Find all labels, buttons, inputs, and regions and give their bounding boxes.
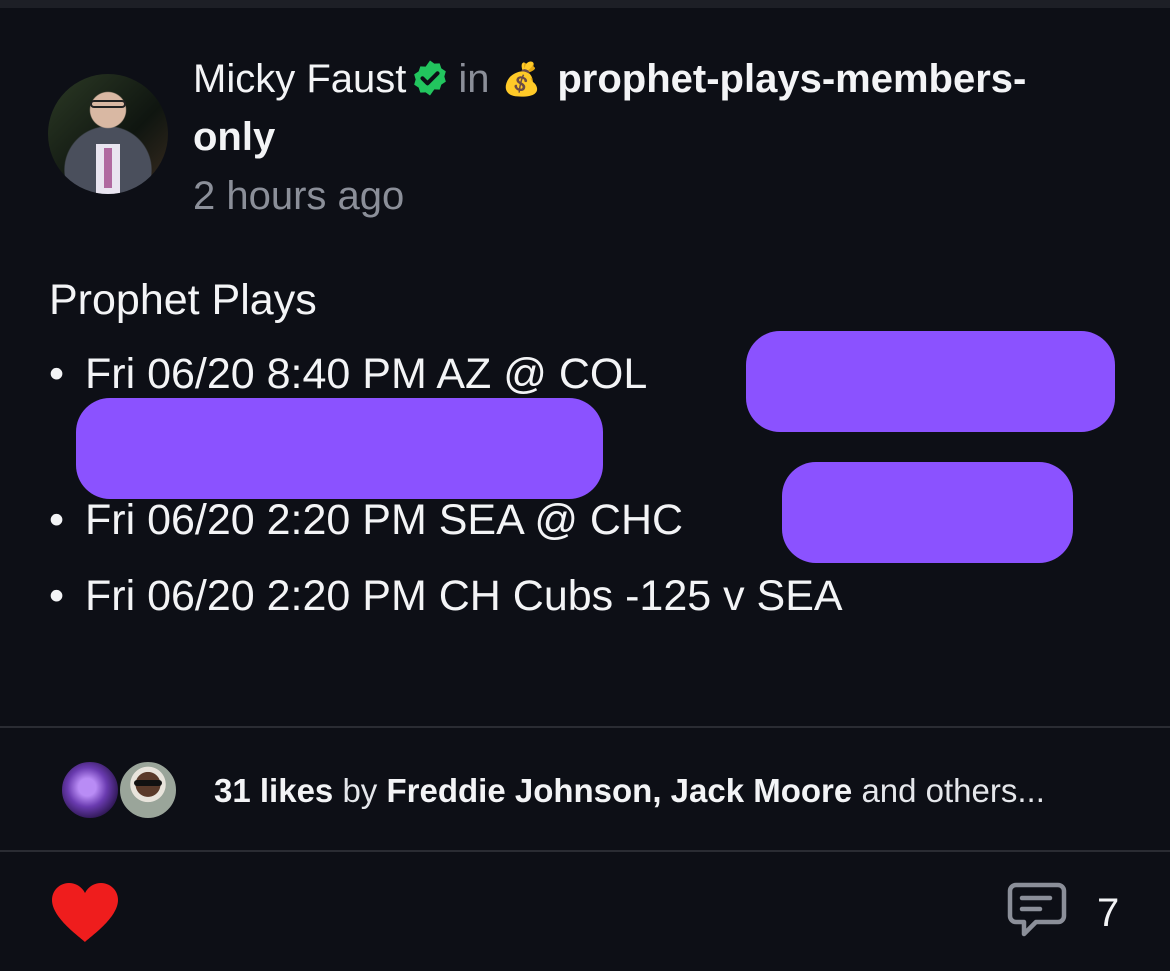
likes-suffix: and others... [861, 772, 1045, 809]
play-text: Fri 06/20 2:20 PM SEA @ CHC [85, 496, 684, 544]
comment-icon[interactable] [1006, 880, 1068, 942]
channel-name-line1: prophet-plays-members- [557, 57, 1027, 101]
redaction-block [76, 398, 603, 499]
post-title: Prophet Plays [49, 276, 317, 324]
in-label: in [458, 57, 490, 101]
divider [0, 850, 1170, 852]
bullet: • [49, 572, 65, 620]
play-text: Fri 06/20 8:40 PM AZ @ COL [85, 350, 648, 398]
play-text: Fri 06/20 2:20 PM CH Cubs -125 v SEA [85, 572, 843, 620]
play-item: • Fri 06/20 2:20 PM SEA @ CHC [49, 492, 683, 548]
avatar-glasses [90, 100, 126, 108]
top-strip [0, 0, 1170, 8]
liker-avatar[interactable] [60, 760, 120, 820]
heart-icon[interactable] [50, 882, 120, 944]
author-avatar[interactable] [48, 74, 168, 194]
redaction-block [782, 462, 1073, 563]
bullet: • [49, 350, 65, 398]
author-name[interactable]: Micky Faust [193, 57, 406, 101]
redaction-block [746, 331, 1115, 432]
divider [0, 726, 1170, 728]
play-item: • Fri 06/20 8:40 PM AZ @ COL [49, 346, 647, 402]
bullet: • [49, 496, 65, 544]
comment-count: 7 [1097, 891, 1120, 935]
money-bag-icon: 💰 [501, 61, 542, 97]
play-item: • Fri 06/20 2:20 PM CH Cubs -125 v SEA [49, 568, 843, 624]
channel-name-line2: only [193, 115, 276, 159]
post-header: Micky Faust in 💰 prophet-plays-members-onl… [193, 50, 1133, 166]
likes-count: 31 likes [214, 772, 334, 809]
likes-by-label: by [342, 772, 378, 809]
liker-avatar[interactable] [118, 760, 178, 820]
likes-summary[interactable]: 31 likes by Freddie Johnson, Jack Moore … [214, 770, 1045, 812]
likes-names: Freddie Johnson, Jack Moore [386, 772, 853, 809]
verified-badge-icon [414, 60, 447, 96]
avatar-tie [104, 148, 112, 188]
post-timestamp: 2 hours ago [193, 174, 405, 218]
